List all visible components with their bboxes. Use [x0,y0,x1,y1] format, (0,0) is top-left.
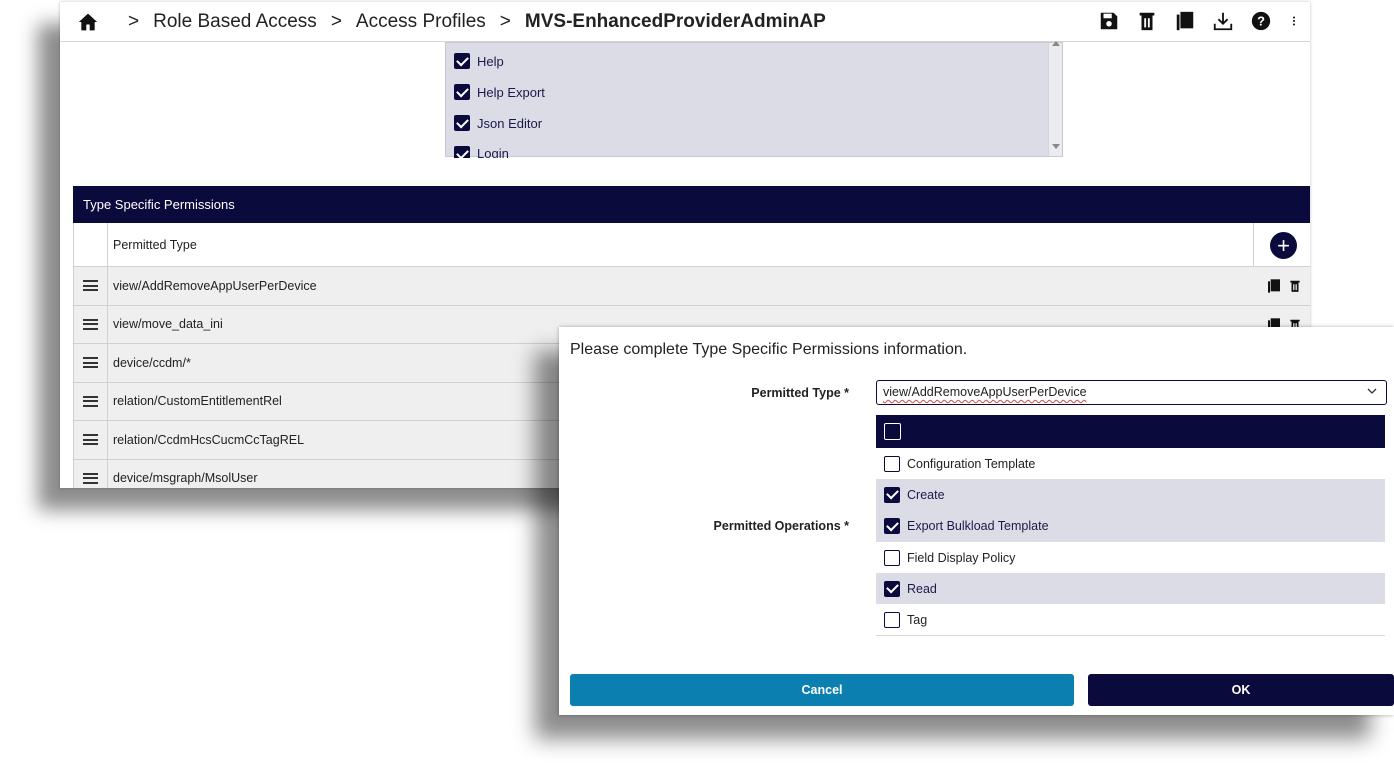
cancel-button[interactable]: Cancel [570,674,1074,706]
permitted-type-select[interactable]: view/AddRemoveAppUserPerDevice [876,380,1387,405]
toolbar-actions: ? [1098,10,1300,32]
permission-item-json-editor[interactable]: Json Editor [454,115,542,131]
type-specific-permissions-header: Type Specific Permissions [73,186,1310,223]
dialog-title: Please complete Type Specific Permission… [570,341,968,358]
checkbox-checked[interactable] [454,53,470,69]
scroll-up-arrow-icon[interactable] [1052,41,1060,46]
drag-handle-icon[interactable] [74,421,108,459]
table-header-row: Permitted Type + [73,223,1310,267]
chevron-right-icon: > [499,10,511,32]
select-all-row[interactable] [876,415,1385,448]
chevron-right-icon: > [128,10,140,32]
operation-item-read[interactable]: Read [876,573,1385,605]
checkbox-unchecked[interactable] [884,455,900,472]
permitted-operations-list: Configuration Template Create Export Bul… [876,415,1385,636]
more-vert-icon[interactable] [1288,10,1300,32]
save-icon[interactable] [1098,10,1120,32]
add-circle-icon[interactable]: + [1270,232,1297,259]
operation-item-create[interactable]: Create [876,479,1385,511]
table-row[interactable]: view/AddRemoveAppUserPerDevice [73,267,1310,306]
breadcrumb-current: MVS-EnhancedProviderAdminAP [524,10,826,32]
type-specific-permissions-dialog: Please complete Type Specific Permission… [559,327,1394,715]
copy-icon[interactable] [1174,10,1196,32]
delete-icon[interactable] [1136,10,1158,32]
permitted-type-label: Permitted Type * [751,386,849,400]
breadcrumb-item-access-profiles[interactable]: Access Profiles [356,11,486,33]
download-icon[interactable] [1212,10,1234,32]
checkbox-unchecked[interactable] [884,549,900,566]
drag-handle-icon[interactable] [74,459,108,488]
listbox-scrollbar[interactable] [1048,41,1062,156]
permission-item-login[interactable]: Login [454,146,509,158]
checkbox-checked[interactable] [884,518,900,535]
operation-item-tag[interactable]: Tag [876,604,1385,636]
drag-handle-icon[interactable] [74,305,108,343]
checkbox-checked[interactable] [454,146,470,158]
permission-item-help[interactable]: Help [454,53,504,69]
select-all-checkbox[interactable] [884,423,901,440]
scroll-down-arrow-icon[interactable] [1052,144,1060,149]
copy-icon[interactable] [1266,277,1282,295]
checkbox-checked[interactable] [884,580,900,597]
permitted-operations-label: Permitted Operations * [713,519,849,533]
operation-item-configuration-template[interactable]: Configuration Template [876,448,1385,480]
checkbox-checked[interactable] [454,84,470,100]
ok-button[interactable]: OK [1088,674,1394,706]
delete-icon[interactable] [1288,277,1302,295]
operation-item-export-bulkload-template[interactable]: Export Bulkload Template [876,510,1385,542]
chevron-right-icon: > [330,10,342,32]
checkbox-checked[interactable] [454,115,470,131]
screenshot-stage: > Role Based Access > Access Profiles > … [0,0,1394,767]
help-icon[interactable]: ? [1250,10,1272,32]
column-header-permitted-type: Permitted Type [113,237,197,252]
permission-item-help-export[interactable]: Help Export [454,84,545,100]
drag-handle-icon[interactable] [74,344,108,382]
home-icon[interactable] [78,12,98,32]
breadcrumb-toolbar: > Role Based Access > Access Profiles > … [60,2,1310,42]
permissions-listbox[interactable]: Help Help Export Json Editor Login [445,41,1063,158]
drag-handle-icon[interactable] [74,382,108,420]
breadcrumb-item-role-based-access[interactable]: Role Based Access [153,11,317,33]
checkbox-unchecked[interactable] [884,611,900,628]
chevron-down-icon[interactable] [1367,386,1377,396]
drag-handle-icon[interactable] [74,267,108,305]
checkbox-checked[interactable] [884,486,900,503]
svg-text:?: ? [1257,14,1265,29]
operation-item-field-display-policy[interactable]: Field Display Policy [876,541,1385,574]
